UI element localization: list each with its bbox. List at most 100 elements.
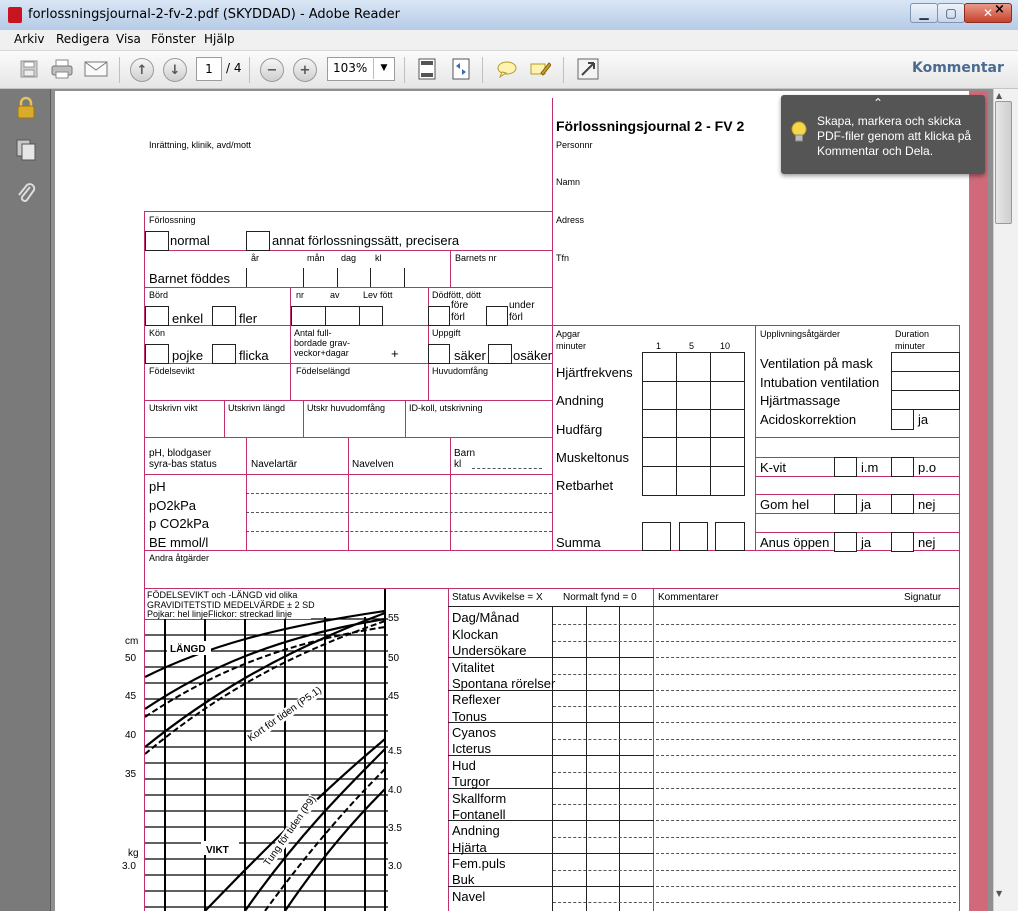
summa-10-box[interactable] [715, 522, 745, 551]
adress-label: Adress [556, 215, 585, 225]
duration-fields[interactable] [891, 352, 960, 410]
form-divider [290, 287, 291, 400]
form-divider [552, 325, 553, 551]
fler-checkbox[interactable] [212, 306, 236, 326]
enkel-checkbox[interactable] [145, 306, 169, 326]
comment-panel-link[interactable]: Kommentar [912, 60, 1004, 76]
saker-checkbox[interactable] [428, 344, 450, 364]
page-thumbnails-button[interactable] [15, 138, 37, 166]
form-divider [303, 400, 304, 438]
add-note-button[interactable] [494, 57, 520, 81]
dodfott-label: Dödfött, dött [432, 290, 482, 300]
apgar-grid[interactable] [642, 352, 745, 496]
upplivning-ventilation: Ventilation på mask [760, 356, 873, 371]
kvit-im-checkbox[interactable] [834, 457, 857, 477]
under-forl-checkbox[interactable] [486, 306, 508, 326]
menu-redigera[interactable]: Redigera [56, 32, 109, 46]
summa-5-box[interactable] [679, 522, 708, 551]
fit-width-icon [452, 58, 470, 80]
scroll-up-arrow-icon[interactable]: ▲ [996, 91, 1002, 100]
minimize-icon: ▁ [919, 6, 929, 20]
print-button[interactable] [49, 57, 75, 81]
collapse-chevron-icon[interactable]: ⌃ [873, 96, 883, 110]
status-hud: Hud [452, 758, 476, 773]
huvudomfang-label: Huvudomfång [432, 366, 489, 376]
save-button[interactable] [16, 57, 42, 81]
chevron-down-icon[interactable]: ▼ [373, 57, 394, 79]
menu-fonster[interactable]: Fönster [151, 32, 196, 46]
status-cell-line [553, 870, 652, 871]
previous-page-button[interactable]: ↑ [130, 58, 154, 82]
left-tick-45: 45 [125, 691, 137, 702]
title-bar: forlossningsjournal-2-fv-2.pdf (SKYDDAD)… [0, 0, 1018, 31]
apgar-grid-line [710, 352, 711, 495]
status-col-line [619, 606, 620, 911]
zoom-out-button[interactable]: − [260, 58, 284, 82]
zoom-in-button[interactable]: + [293, 58, 317, 82]
form-divider [405, 400, 406, 438]
highlight-text-button[interactable] [527, 57, 553, 81]
status-fontanell: Fontanell [452, 807, 506, 822]
barn-label: Barn [454, 448, 476, 459]
comment-line [656, 820, 956, 821]
menu-visa[interactable]: Visa [116, 32, 141, 46]
fit-page-button[interactable] [414, 57, 440, 81]
status-cell-line [553, 902, 652, 903]
apgar-minuter-label: minuter [556, 341, 587, 351]
menu-arkiv[interactable]: Arkiv [14, 32, 45, 46]
anus-nej-checkbox[interactable] [891, 532, 914, 552]
forlossning-label: Förlossning [149, 215, 196, 225]
date-tick [370, 268, 371, 287]
security-lock-button[interactable] [15, 96, 37, 124]
upplivning-acidoskorrektion: Acidoskorrektion [760, 412, 857, 427]
anus-ja-checkbox[interactable] [834, 532, 857, 552]
expand-arrows-icon [577, 58, 599, 80]
scroll-down-arrow-icon[interactable]: ▼ [996, 889, 1002, 898]
apgar-col-10: 10 [720, 341, 731, 351]
minimize-button[interactable]: ▁ [910, 3, 938, 23]
form-divider [755, 494, 960, 495]
toolbar-separator [482, 57, 483, 83]
upplivning-hjartmassage: Hjärtmassage [760, 393, 841, 408]
acidos-ja-checkbox[interactable] [891, 409, 914, 430]
summa-1-box[interactable] [642, 522, 671, 551]
comment-line [656, 706, 956, 707]
ph-header-1: pH, blodgaser [149, 448, 212, 459]
comment-line [656, 788, 956, 789]
status-cell-line [553, 624, 652, 625]
nr-field[interactable] [291, 306, 326, 326]
next-page-button[interactable]: ↓ [163, 58, 187, 82]
scroll-thumb[interactable] [995, 101, 1012, 224]
chart-langd-label: LÄNGD [170, 644, 206, 655]
kvit-po-checkbox[interactable] [891, 457, 914, 477]
attachments-button[interactable] [15, 181, 37, 209]
fore-forl-checkbox[interactable] [428, 306, 450, 326]
flicka-checkbox[interactable] [212, 344, 236, 364]
left-tick-50: 50 [125, 653, 137, 664]
osaker-checkbox[interactable] [488, 344, 512, 364]
annat-checkbox[interactable] [246, 231, 270, 251]
normalt-header: Normalt fynd = 0 [563, 592, 637, 603]
expand-view-button[interactable] [575, 57, 601, 81]
highlight-pen-icon [530, 62, 551, 76]
navelartar-label: Navelartär [251, 459, 298, 470]
date-tick [246, 268, 247, 287]
gom-nej-checkbox[interactable] [891, 494, 914, 514]
date-tick [337, 268, 338, 287]
man-label: mån [307, 253, 325, 263]
page-number-input[interactable]: 1 [196, 57, 222, 81]
pojke-checkbox[interactable] [145, 344, 169, 364]
normal-checkbox[interactable] [145, 231, 169, 251]
lev-fott-field[interactable] [359, 306, 383, 326]
close-document-button[interactable]: × [994, 2, 1005, 17]
maximize-button[interactable]: ▢ [937, 3, 965, 23]
status-icterus: Icterus [452, 741, 492, 756]
menu-hjalp[interactable]: Hjälp [204, 32, 235, 46]
apgar-retbarhet: Retbarhet [556, 478, 614, 493]
gom-ja-checkbox[interactable] [834, 494, 857, 514]
status-tonus: Tonus [452, 709, 487, 724]
email-button[interactable] [83, 57, 109, 81]
fit-width-button[interactable] [448, 57, 474, 81]
av-field[interactable] [325, 306, 360, 326]
andra-label: Andra åtgärder [149, 553, 210, 563]
